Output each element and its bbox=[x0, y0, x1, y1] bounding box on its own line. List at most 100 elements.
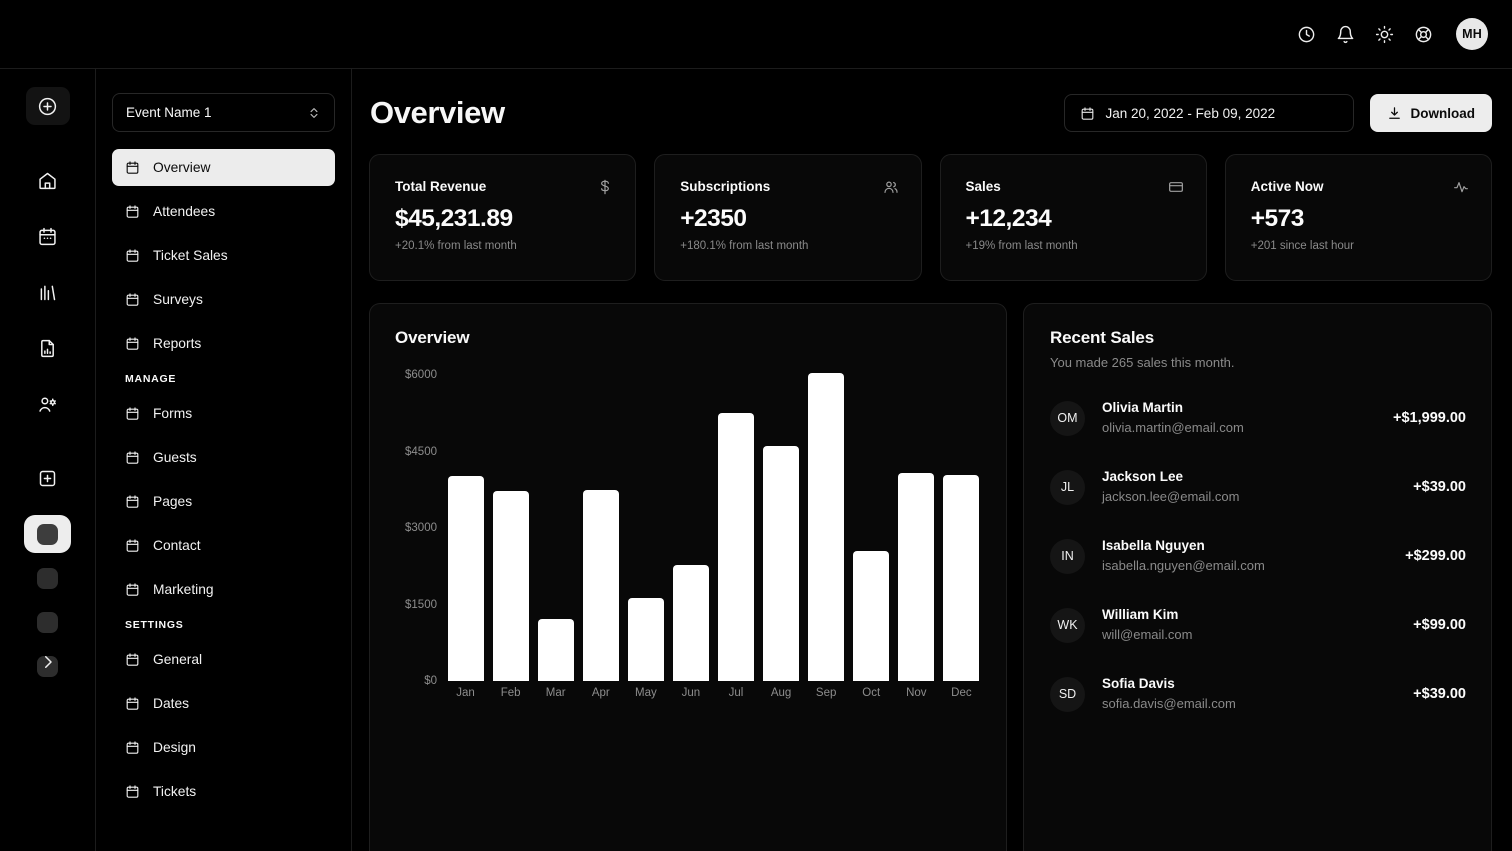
chart-bar[interactable] bbox=[627, 597, 664, 681]
sidebar-item-attendees[interactable]: Attendees bbox=[112, 193, 335, 230]
rail-placeholder-2[interactable] bbox=[24, 603, 71, 641]
chart-bar[interactable] bbox=[492, 491, 529, 681]
chart-bar-column[interactable] bbox=[443, 375, 488, 681]
sidebar-item-label: Pages bbox=[153, 494, 193, 509]
chart-x-tick: Jul bbox=[728, 687, 744, 699]
sidebar-item-forms[interactable]: Forms bbox=[112, 395, 335, 432]
stat-card-label: Sales bbox=[965, 179, 1001, 194]
chart-bar-column[interactable] bbox=[623, 375, 668, 681]
sidebar-item-design[interactable]: Design bbox=[112, 729, 335, 766]
rail-placeholder-shape bbox=[37, 567, 58, 589]
chart-x-tick: Oct bbox=[862, 687, 881, 699]
chart-bar-column[interactable] bbox=[759, 375, 804, 681]
recent-sales-list: OM Olivia Martin olivia.martin@email.com +$… bbox=[1050, 394, 1466, 718]
file-report-icon[interactable] bbox=[26, 329, 70, 367]
history-clock-icon[interactable] bbox=[1295, 23, 1317, 45]
download-button[interactable]: Download bbox=[1369, 94, 1492, 132]
sidebar-item-label: Ticket Sales bbox=[153, 248, 228, 263]
bar-chart-icon[interactable] bbox=[26, 273, 70, 311]
sidebar-item-label: Dates bbox=[153, 696, 190, 711]
sidebar-item-ticket-sales[interactable]: Ticket Sales bbox=[112, 237, 335, 274]
chart-bar[interactable] bbox=[672, 564, 709, 681]
date-range-picker[interactable]: Jan 20, 2022 - Feb 09, 2022 bbox=[1063, 94, 1354, 132]
chart-x-tick: Feb bbox=[500, 687, 521, 699]
chart-x-tick: May bbox=[634, 687, 657, 699]
calendar-icon bbox=[125, 696, 141, 712]
recent-sale-row[interactable]: OM Olivia Martin olivia.martin@email.com +$… bbox=[1050, 394, 1466, 442]
add-square-icon[interactable] bbox=[26, 459, 70, 497]
home-icon[interactable] bbox=[26, 161, 70, 199]
dollar-sign-icon bbox=[597, 179, 613, 195]
chart-x-tick: Jan bbox=[456, 687, 475, 699]
chart-bar-column[interactable] bbox=[578, 375, 623, 681]
chart-bar-column[interactable] bbox=[804, 372, 849, 681]
sun-theme-icon[interactable] bbox=[1373, 23, 1395, 45]
calendar-icon bbox=[125, 292, 141, 308]
calendar-icon bbox=[125, 406, 141, 422]
chart-bar[interactable] bbox=[763, 445, 800, 681]
user-avatar[interactable]: MH bbox=[1456, 18, 1488, 50]
recent-sale-email: will@email.com bbox=[1102, 627, 1193, 643]
sidebar-item-label: Overview bbox=[153, 160, 211, 175]
rail-placeholder-1[interactable] bbox=[24, 559, 71, 597]
recent-sale-name: Isabella Nguyen bbox=[1102, 538, 1205, 554]
top-header-actions: MH bbox=[1295, 18, 1488, 50]
sidebar-item-surveys[interactable]: Surveys bbox=[112, 281, 335, 318]
chart-bar-column[interactable] bbox=[713, 375, 758, 681]
sidebar-item-guests[interactable]: Guests bbox=[112, 439, 335, 476]
calendar-icon bbox=[125, 740, 141, 756]
recent-sale-row[interactable]: IN Isabella Nguyen isabella.nguyen@email.c… bbox=[1050, 532, 1466, 580]
sidebar-item-label: Forms bbox=[153, 406, 193, 421]
sidebar-item-contact[interactable]: Contact bbox=[112, 527, 335, 564]
bell-notification-icon[interactable] bbox=[1334, 23, 1356, 45]
chart-bar[interactable] bbox=[582, 490, 619, 681]
avatar: IN bbox=[1050, 538, 1085, 574]
sidebar-item-tickets[interactable]: Tickets bbox=[112, 773, 335, 810]
chart-plot-area: Jan Feb Mar Apr May Jun Jul Aug Sep Oct Nov Dec bbox=[443, 367, 984, 699]
calendar-icon bbox=[125, 248, 141, 264]
sidebar-item-label: General bbox=[153, 652, 203, 667]
chevron-right-icon[interactable] bbox=[39, 653, 57, 671]
recent-sales-title: Recent Sales bbox=[1050, 328, 1155, 347]
sidebar-item-label: Surveys bbox=[153, 292, 203, 307]
rail-placeholder-active[interactable] bbox=[24, 515, 71, 553]
calendar-icon[interactable] bbox=[26, 217, 70, 255]
sidebar-item-general[interactable]: General bbox=[112, 641, 335, 678]
chart-bar-column[interactable] bbox=[668, 375, 713, 681]
sidebar-item-pages[interactable]: Pages bbox=[112, 483, 335, 520]
event-selector[interactable]: Event Name 1 bbox=[112, 93, 335, 132]
chart-bar-column[interactable] bbox=[533, 375, 578, 681]
calendar-icon bbox=[125, 160, 141, 176]
add-circle-icon[interactable] bbox=[25, 87, 70, 125]
sidebar-item-dates[interactable]: Dates bbox=[112, 685, 335, 722]
user-settings-icon[interactable] bbox=[26, 385, 70, 423]
recent-sale-row[interactable]: SD Sofia Davis sofia.davis@email.com +$39.0… bbox=[1050, 670, 1466, 718]
sidebar-item-overview[interactable]: Overview bbox=[112, 149, 335, 186]
sidebar-item-label: Guests bbox=[153, 450, 197, 465]
chart-bar[interactable] bbox=[853, 550, 890, 681]
chart-bar-column[interactable] bbox=[488, 375, 533, 681]
chart-bar[interactable] bbox=[537, 619, 574, 681]
chart-bar[interactable] bbox=[943, 474, 980, 681]
chart-bar[interactable] bbox=[447, 475, 484, 681]
main-header-actions: Jan 20, 2022 - Feb 09, 2022 Download bbox=[1063, 94, 1492, 132]
date-range-value: Jan 20, 2022 - Feb 09, 2022 bbox=[1105, 105, 1276, 121]
chart-bar[interactable] bbox=[718, 413, 754, 681]
stat-card-value: +2350 bbox=[680, 205, 747, 232]
chart-bar-column[interactable] bbox=[849, 375, 894, 681]
calendar-icon bbox=[125, 494, 141, 510]
sidebar-item-marketing[interactable]: Marketing bbox=[112, 571, 335, 608]
download-icon bbox=[1387, 106, 1402, 121]
chart-bar-column[interactable] bbox=[894, 375, 939, 681]
lifebuoy-help-icon[interactable] bbox=[1412, 23, 1434, 45]
chart-bar[interactable] bbox=[898, 472, 935, 681]
stat-card-active-now: Active Now +573 +201 since last hour bbox=[1224, 154, 1492, 281]
chart-bar-column[interactable] bbox=[939, 375, 984, 681]
recent-sale-row[interactable]: WK William Kim will@email.com +$99.00 bbox=[1050, 601, 1466, 649]
sidebar-item-reports[interactable]: Reports bbox=[112, 325, 335, 362]
recent-sale-row[interactable]: JL Jackson Lee jackson.lee@email.com +$39.0… bbox=[1050, 463, 1466, 511]
bar-chart: $0 $1500 $3000 $4500 $6000 Jan Feb Mar Apr May Ju… bbox=[395, 367, 984, 699]
chart-bar[interactable] bbox=[808, 372, 845, 681]
stat-card-value: +573 bbox=[1250, 205, 1305, 232]
recent-sale-name: Sofia Davis bbox=[1102, 676, 1175, 692]
